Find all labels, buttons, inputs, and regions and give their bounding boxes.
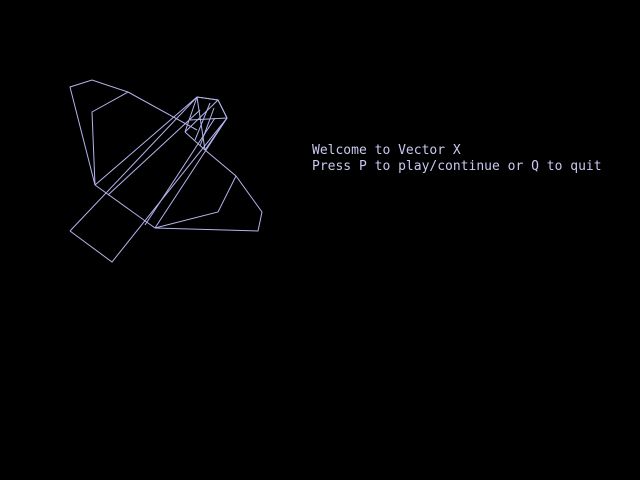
ship-lower-wing <box>154 149 263 232</box>
ship-stripe-2 <box>107 109 201 196</box>
ship-stripe-1 <box>94 96 198 186</box>
ship-upper-wing-inner <box>91 91 129 186</box>
wireframe-spaceship-graphic <box>69 79 263 263</box>
ship-belly <box>94 184 156 229</box>
ship-upper-wing <box>69 79 198 186</box>
play-quit-prompt: Press P to play/continue or Q to quit <box>312 159 602 174</box>
ship-lower-wing-inner <box>154 175 237 229</box>
ship-cockpit-cross-3 <box>189 117 228 121</box>
game-title-screen: Welcome to Vector X Press P to play/cont… <box>0 0 640 480</box>
ship-cockpit <box>184 96 228 151</box>
welcome-text: Welcome to Vector X <box>312 143 461 158</box>
